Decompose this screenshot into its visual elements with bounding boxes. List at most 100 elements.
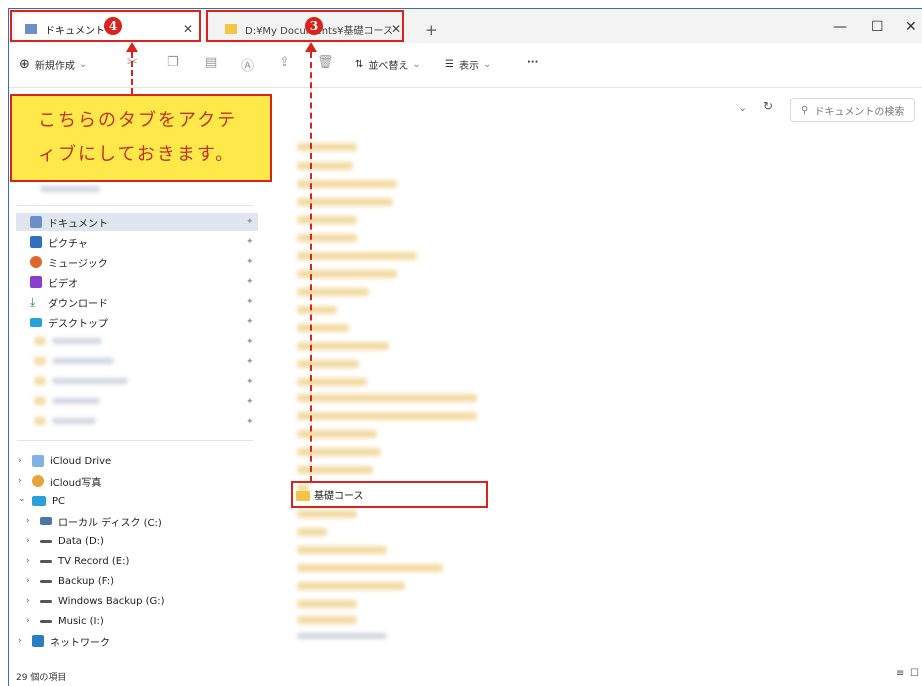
- network-icon: [32, 635, 44, 647]
- new-button[interactable]: ⊕ 新規作成 ⌄: [19, 57, 87, 72]
- nav-item-icloud-drive[interactable]: iCloud Drive: [32, 452, 111, 470]
- nav-item-drive-i[interactable]: Music (I:): [40, 612, 104, 630]
- pin-icon[interactable]: ✦: [246, 297, 254, 307]
- nav-item-documents[interactable]: ドキュメント: [16, 213, 258, 231]
- chevron-right-icon[interactable]: ›: [18, 636, 22, 646]
- nav-item-label: Windows Backup (G:): [58, 595, 165, 607]
- nav-item-pc[interactable]: PC: [32, 492, 65, 510]
- chevron-down-icon[interactable]: ⌄: [738, 101, 747, 114]
- nav-item-network[interactable]: ネットワーク: [32, 632, 110, 650]
- list-item[interactable]: [297, 288, 369, 296]
- list-item[interactable]: [297, 306, 337, 314]
- list-item[interactable]: [297, 324, 349, 332]
- chevron-right-icon[interactable]: ›: [26, 556, 30, 566]
- cut-icon[interactable]: ✂: [127, 55, 141, 70]
- chevron-right-icon[interactable]: ›: [18, 476, 22, 486]
- list-item[interactable]: [297, 270, 397, 278]
- pin-icon[interactable]: ✦: [246, 397, 254, 407]
- list-item[interactable]: [297, 378, 367, 386]
- close-button[interactable]: ✕: [905, 19, 917, 35]
- chevron-right-icon[interactable]: ›: [26, 576, 30, 586]
- list-item[interactable]: [297, 564, 443, 572]
- chevron-right-icon[interactable]: ›: [26, 596, 30, 606]
- list-item[interactable]: [297, 633, 387, 639]
- list-item[interactable]: [297, 510, 357, 518]
- chevron-down-icon[interactable]: ⌄: [18, 494, 26, 504]
- pin-icon[interactable]: ✦: [246, 337, 254, 347]
- sort-label: 並べ替え: [368, 61, 409, 72]
- nav-item-pictures[interactable]: ピクチャ: [30, 233, 88, 251]
- list-item[interactable]: [297, 360, 359, 368]
- dashed-connector: [131, 52, 133, 94]
- paste-icon[interactable]: ▤: [205, 55, 219, 70]
- share-icon[interactable]: ⇪: [279, 55, 293, 70]
- badge-step-3: 3: [305, 17, 323, 35]
- copy-icon[interactable]: ❐: [167, 55, 181, 70]
- nav-item-drive-e[interactable]: TV Record (E:): [40, 552, 129, 570]
- nav-item-icloud-photos[interactable]: iCloud写真: [32, 472, 101, 490]
- nav-item-label: Backup (F:): [58, 575, 114, 587]
- pin-icon[interactable]: ✦: [246, 277, 254, 287]
- maximize-button[interactable]: ☐: [871, 19, 884, 35]
- pin-icon[interactable]: ✦: [246, 357, 254, 367]
- more-button[interactable]: ···: [527, 57, 538, 68]
- delete-icon[interactable]: 🗑: [317, 55, 334, 70]
- callout-line: ィブにしておきます。: [38, 144, 236, 165]
- nav-item-label: Music (I:): [58, 615, 104, 627]
- view-button[interactable]: ☰ 表示 ⌄: [445, 57, 491, 72]
- blurred-nav-item: [40, 186, 100, 192]
- chevron-right-icon[interactable]: ›: [26, 616, 30, 626]
- list-item[interactable]: [297, 430, 377, 438]
- folder-icon: [34, 357, 46, 365]
- details-view-icon[interactable]: ≡: [896, 668, 904, 679]
- nav-item-label: ビデオ: [48, 278, 78, 290]
- nav-item-label: iCloud写真: [50, 477, 102, 489]
- list-item[interactable]: [297, 143, 357, 151]
- chevron-right-icon[interactable]: ›: [18, 456, 22, 466]
- list-item[interactable]: [297, 466, 373, 474]
- list-item[interactable]: [297, 582, 405, 590]
- pin-icon[interactable]: ✦: [246, 217, 254, 227]
- drive-icon: [40, 559, 52, 563]
- nav-item-drive-c[interactable]: ローカル ディスク (C:): [40, 512, 162, 530]
- pin-icon[interactable]: ✦: [246, 237, 254, 247]
- new-tab-button[interactable]: +: [425, 21, 438, 39]
- list-item[interactable]: [297, 234, 357, 242]
- list-item[interactable]: [297, 616, 357, 624]
- tiles-view-icon[interactable]: ☐: [910, 668, 919, 679]
- nav-item-drive-d[interactable]: Data (D:): [40, 532, 104, 550]
- pin-icon[interactable]: ✦: [246, 417, 254, 427]
- list-item[interactable]: [297, 546, 387, 554]
- nav-item-downloads[interactable]: ⤓ ダウンロード: [30, 293, 108, 311]
- nav-item-desktop[interactable]: デスクトップ: [30, 313, 108, 331]
- list-item[interactable]: [297, 600, 357, 608]
- list-item[interactable]: [297, 528, 327, 536]
- chevron-right-icon[interactable]: ›: [26, 516, 30, 526]
- pin-icon[interactable]: ✦: [246, 317, 254, 327]
- list-item[interactable]: [297, 252, 417, 260]
- sort-button[interactable]: ⇅ 並べ替え ⌄: [355, 57, 421, 72]
- list-item[interactable]: [297, 394, 477, 402]
- badge-step-4: 4: [104, 17, 122, 35]
- refresh-icon[interactable]: ↻: [763, 99, 773, 113]
- sort-icon: ⇅: [355, 59, 364, 70]
- pin-icon[interactable]: ✦: [246, 377, 254, 387]
- list-item[interactable]: [297, 216, 357, 224]
- list-item[interactable]: [297, 162, 353, 170]
- rename-icon[interactable]: Ⓐ: [241, 55, 255, 74]
- nav-item-videos[interactable]: ビデオ: [30, 273, 78, 291]
- nav-item-drive-g[interactable]: Windows Backup (G:): [40, 592, 165, 610]
- list-item[interactable]: [297, 180, 397, 188]
- search-input[interactable]: ⚲ ドキュメントの検索: [790, 98, 915, 122]
- minimize-button[interactable]: —: [833, 19, 847, 35]
- nav-item-drive-f[interactable]: Backup (F:): [40, 572, 114, 590]
- nav-item-music[interactable]: ミュージック: [30, 253, 108, 271]
- pin-icon[interactable]: ✦: [246, 257, 254, 267]
- list-item[interactable]: [297, 412, 477, 420]
- chevron-right-icon[interactable]: ›: [26, 536, 30, 546]
- blurred-nav-item: [52, 338, 102, 344]
- nav-item-label: ネットワーク: [50, 637, 110, 649]
- pictures-icon: [30, 236, 42, 248]
- nav-item-label: ピクチャ: [48, 238, 88, 250]
- blurred-nav-item: [52, 358, 114, 364]
